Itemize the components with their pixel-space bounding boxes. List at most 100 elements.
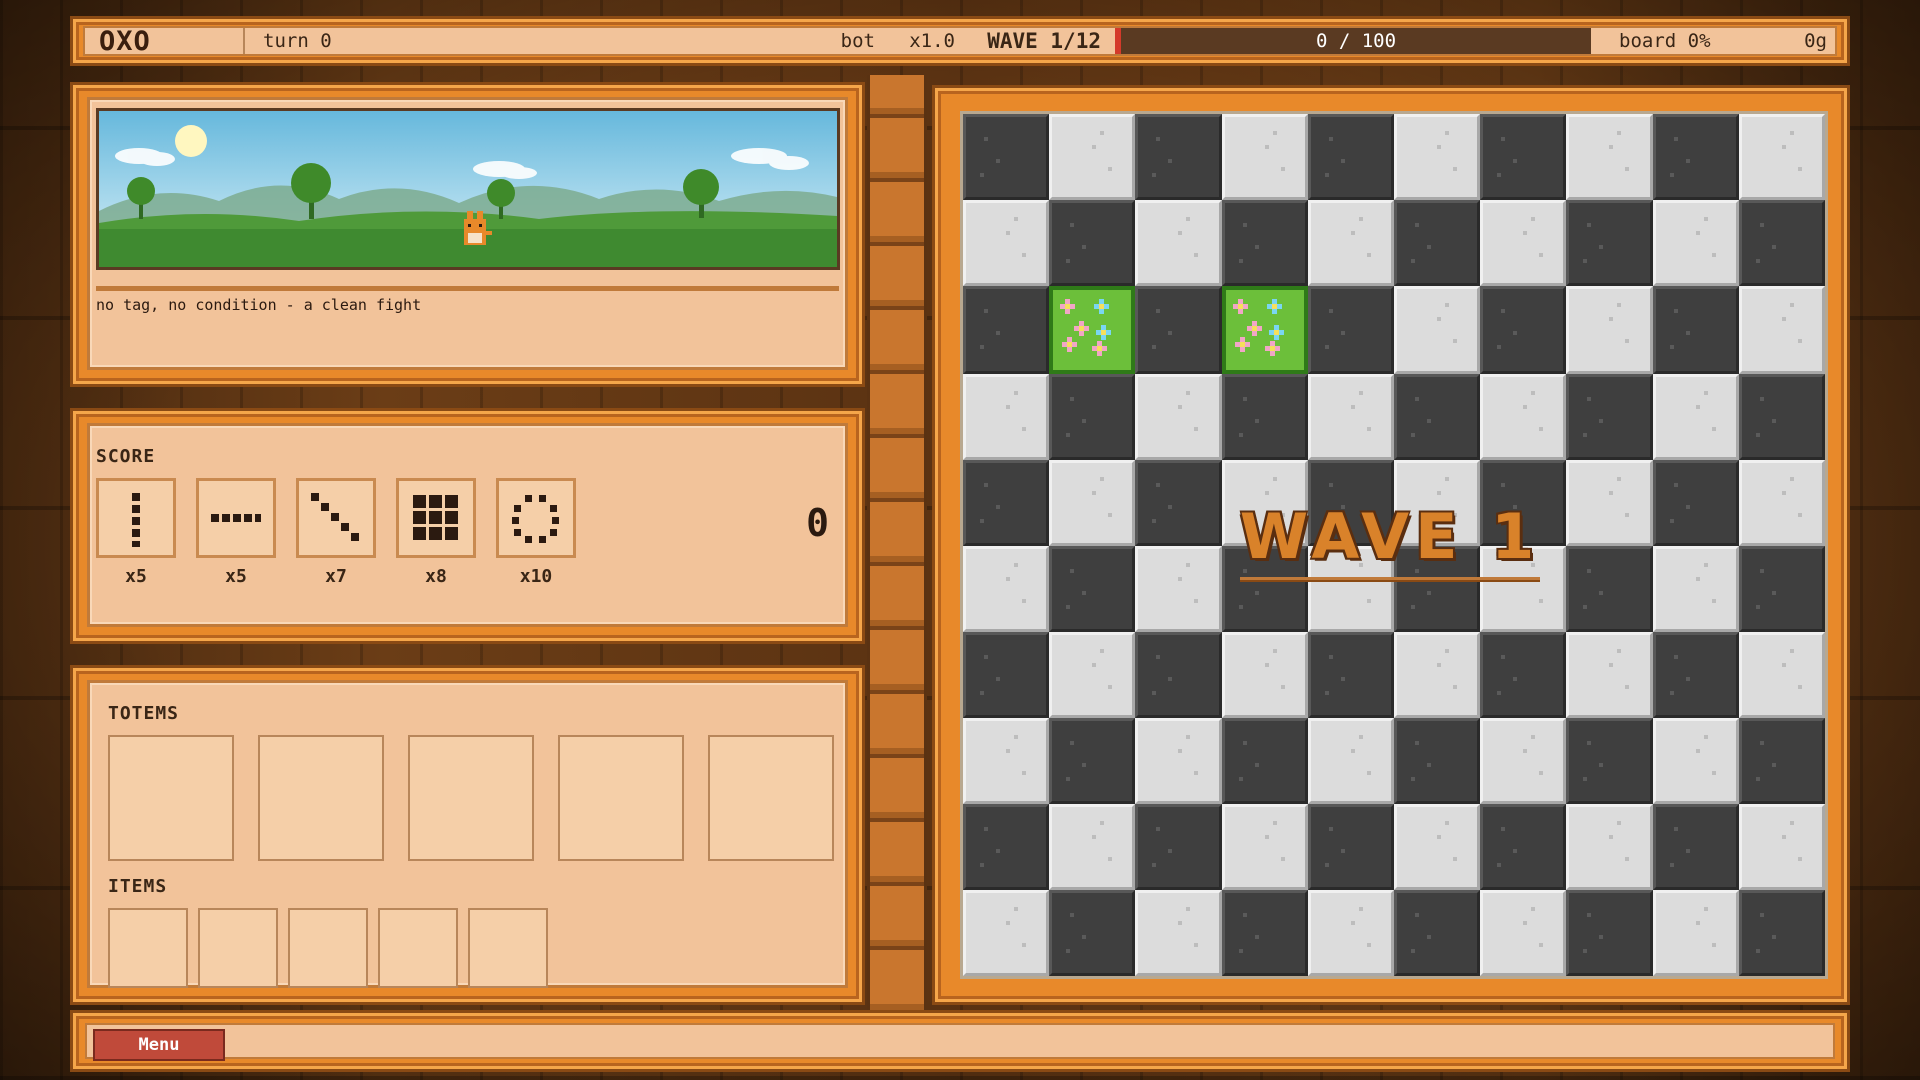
board-cell[interactable] [1049, 200, 1136, 286]
totem-slot[interactable] [108, 735, 234, 861]
board-cell[interactable] [1307, 286, 1394, 374]
board-cell[interactable] [963, 460, 1050, 546]
board-cell[interactable] [1135, 286, 1222, 374]
board-cell-flower[interactable] [1221, 286, 1308, 374]
board-cell[interactable] [963, 890, 1050, 976]
board-cell[interactable] [1307, 804, 1394, 890]
totem-slot[interactable] [408, 735, 534, 861]
board-cell[interactable] [1307, 200, 1394, 286]
board-cell[interactable] [1480, 718, 1567, 804]
board-cell[interactable] [1307, 632, 1394, 718]
board-cell[interactable] [1135, 804, 1222, 890]
board-cell[interactable] [1307, 374, 1394, 460]
board-cell[interactable] [1393, 114, 1481, 200]
board-cell[interactable] [1652, 890, 1739, 976]
board-cell[interactable] [1393, 718, 1481, 804]
board-cell[interactable] [1221, 718, 1308, 804]
board-cell[interactable] [1480, 286, 1567, 374]
board-cell[interactable] [1738, 804, 1825, 890]
board-cell[interactable] [1738, 460, 1825, 546]
board-cell[interactable] [1135, 890, 1222, 976]
board-cell[interactable] [1480, 632, 1567, 718]
board-cell[interactable] [1652, 114, 1739, 200]
board-cell[interactable] [963, 114, 1050, 200]
pattern-horizontal[interactable] [196, 478, 276, 558]
board-cell[interactable] [1135, 374, 1222, 460]
board-cell[interactable] [1738, 286, 1825, 374]
board-cell[interactable] [1135, 632, 1222, 718]
board-cell[interactable] [963, 632, 1050, 718]
board-cell[interactable] [1652, 718, 1739, 804]
board-cell[interactable] [1135, 114, 1222, 200]
board-cell[interactable] [1221, 114, 1308, 200]
board-cell[interactable] [963, 374, 1050, 460]
board-cell[interactable] [1652, 286, 1739, 374]
totem-slot[interactable] [558, 735, 684, 861]
board-cell[interactable] [963, 718, 1050, 804]
board-cell[interactable] [1049, 460, 1136, 546]
board-cell[interactable] [1566, 114, 1653, 200]
pattern-diagonal[interactable] [296, 478, 376, 558]
board-cell[interactable] [1480, 114, 1567, 200]
board-cell[interactable] [1652, 374, 1739, 460]
item-slot[interactable] [378, 908, 458, 988]
board-cell[interactable] [1566, 286, 1653, 374]
board-cell[interactable] [1566, 890, 1653, 976]
board-cell[interactable] [1307, 718, 1394, 804]
board-cell[interactable] [1566, 374, 1653, 460]
board-cell[interactable] [1652, 460, 1739, 546]
board-cell[interactable] [1221, 804, 1308, 890]
board-cell[interactable] [1049, 890, 1136, 976]
board-cell[interactable] [1135, 546, 1222, 632]
board-cell[interactable] [1135, 460, 1222, 546]
board-cell[interactable] [1393, 804, 1481, 890]
board-cell[interactable] [963, 546, 1050, 632]
board-cell[interactable] [1738, 718, 1825, 804]
pattern-vertical[interactable] [96, 478, 176, 558]
board-cell[interactable] [1221, 200, 1308, 286]
item-slot[interactable] [198, 908, 278, 988]
board-cell[interactable] [1049, 718, 1136, 804]
board-cell[interactable] [1393, 374, 1481, 460]
board-cell[interactable] [1135, 718, 1222, 804]
board-cell[interactable] [1738, 200, 1825, 286]
board-cell[interactable] [1049, 374, 1136, 460]
board-cell[interactable] [1049, 804, 1136, 890]
board-cell-flower[interactable] [1049, 286, 1136, 374]
board-cell[interactable] [1652, 200, 1739, 286]
board-cell[interactable] [1307, 114, 1394, 200]
board-cell[interactable] [1566, 460, 1653, 546]
board-cell[interactable] [1393, 890, 1481, 976]
totem-slot[interactable] [708, 735, 834, 861]
board-cell[interactable] [1738, 114, 1825, 200]
item-slot[interactable] [288, 908, 368, 988]
board-cell[interactable] [1566, 804, 1653, 890]
board-cell[interactable] [1221, 374, 1308, 460]
board-cell[interactable] [1480, 374, 1567, 460]
board-cell[interactable] [1221, 890, 1308, 976]
totem-slot[interactable] [258, 735, 384, 861]
board-cell[interactable] [1135, 200, 1222, 286]
board-cell[interactable] [1738, 546, 1825, 632]
board-cell[interactable] [1738, 374, 1825, 460]
board-cell[interactable] [1652, 804, 1739, 890]
board-cell[interactable] [1221, 632, 1308, 718]
board-cell[interactable] [1307, 890, 1394, 976]
item-slot[interactable] [468, 908, 548, 988]
board-cell[interactable] [1652, 546, 1739, 632]
board-cell[interactable] [1566, 632, 1653, 718]
board-cell[interactable] [1738, 632, 1825, 718]
board-cell[interactable] [1566, 718, 1653, 804]
board-cell[interactable] [1049, 632, 1136, 718]
board-cell[interactable] [1393, 632, 1481, 718]
item-slot[interactable] [108, 908, 188, 988]
board-cell[interactable] [963, 286, 1050, 374]
board-cell[interactable] [1566, 200, 1653, 286]
board-cell[interactable] [1738, 890, 1825, 976]
board-cell[interactable] [963, 804, 1050, 890]
board-cell[interactable] [1393, 286, 1481, 374]
board-cell[interactable] [1049, 546, 1136, 632]
pattern-square[interactable] [396, 478, 476, 558]
board-cell[interactable] [1049, 114, 1136, 200]
board-cell[interactable] [1480, 890, 1567, 976]
